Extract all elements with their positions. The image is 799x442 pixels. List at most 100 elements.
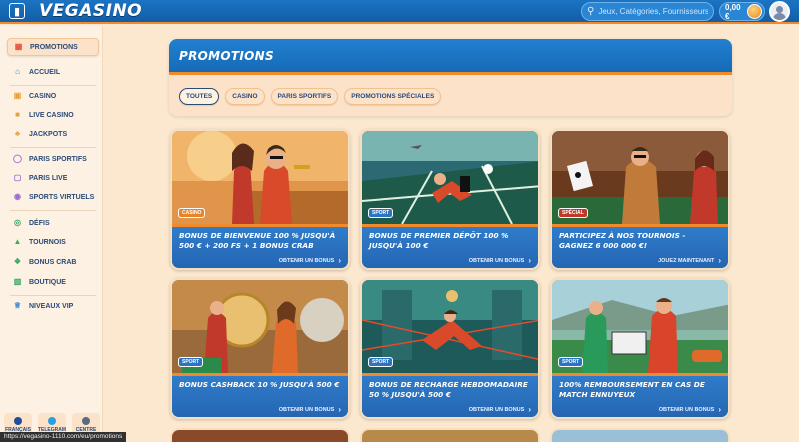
crab-icon: ❖ [13,257,22,266]
sidebar-item-tournois[interactable]: ▲ TOURNOIS [7,233,99,251]
sidebar-item-label: LIVE CASINO [29,111,74,119]
play-now-link[interactable]: JOUEZ MAINTENANT › [658,257,721,265]
promo-image: CASINO [172,131,348,224]
sidebar-item-label: CASINO [29,92,57,100]
sidebar-item-sports-virtuels[interactable]: ◉ SPORTS VIRTUELS [7,188,99,206]
balance-button[interactable]: 0,00 € [719,2,765,21]
chevron-right-icon: › [718,405,721,414]
balance-value: 0,00 € [725,2,741,21]
sidebar-item-paris-sportifs[interactable]: ◯ PARIS SPORTIFS [7,150,99,168]
promotions-banner: PROMOTIONS [169,39,732,75]
chevron-right-icon: › [718,256,721,265]
category-badge: SPORT [368,208,394,218]
promo-title: 100% REMBOURSEMENT EN CAS DE MATCH ENNUY… [559,380,705,399]
sidebar-toggle-icon[interactable]: ▮ [9,3,25,19]
get-bonus-link[interactable]: OBTENIR UN BONUS › [469,257,531,265]
promo-title: BONUS DE BIENVENUE 100 % JUSQU'À 500 € +… [179,231,336,250]
sidebar-item-label: TOURNOIS [29,238,66,246]
category-badge: SPORT [368,357,394,367]
sidebar-item-jackpots[interactable]: ♣ JACKPOTS [7,125,99,143]
get-bonus-link[interactable]: OBTENIR UN BONUS › [469,406,531,414]
promo-title: BONUS CASHBACK 10 % JUSQU'À 500 € [179,380,340,389]
page-title: PROMOTIONS [179,48,274,63]
sidebar-divider [10,210,96,211]
home-icon: ⌂ [15,67,20,76]
promo-card-cashback[interactable]: SPORT BONUS CASHBACK 10 % JUSQU'À 500 € … [170,278,350,419]
flag-icon [14,417,22,425]
promo-card-peek[interactable] [360,428,540,442]
sidebar-item-accueil[interactable]: ⌂ ACCUEIL [7,63,99,81]
promo-card-body: BONUS CASHBACK 10 % JUSQU'À 500 € OBTENI… [172,373,348,417]
sidebar-item-defis[interactable]: ◎ DÉFIS [7,214,99,232]
sidebar-item-label: JACKPOTS [29,130,68,138]
tab-toutes[interactable]: TOUTES [179,88,220,105]
cta-label: OBTENIR UN BONUS [468,407,525,413]
sidebar-item-niveaux-vip[interactable]: ♕ NIVEAUX VIP [7,297,99,315]
user-avatar-button[interactable] [769,1,790,22]
sidebar-item-paris-live[interactable]: ▢ PARIS LIVE [7,169,99,187]
promo-card-tournaments[interactable]: SPÉCIAL PARTICIPEZ À NOS TOURNOIS - GAGN… [550,129,730,270]
trophy-icon: ▲ [13,237,22,246]
category-badge: SPÉCIAL [558,208,588,218]
promo-card-body: 100% REMBOURSEMENT EN CAS DE MATCH ENNUY… [552,373,728,417]
sidebar-item-promotions[interactable]: ▦ PROMOTIONS [7,38,99,56]
get-bonus-link[interactable]: OBTENIR UN BONUS › [279,406,341,414]
promo-image: SPORT [362,280,538,373]
sidebar-item-live-casino[interactable]: ■ LIVE CASINO [7,106,99,124]
get-bonus-link[interactable]: OBTENIR UN BONUS › [659,406,721,414]
live-icon: ▢ [13,173,22,182]
sidebar-item-bonus-crab[interactable]: ❖ BONUS CRAB [7,253,99,271]
category-badge: SPORT [558,357,584,367]
promo-card-peek[interactable] [550,428,730,442]
sidebar-item-label: BOUTIQUE [29,278,66,286]
cta-label: OBTENIR UN BONUS [658,407,715,413]
chevron-right-icon: › [528,405,531,414]
sidebar-divider [10,85,96,86]
promo-card-welcome-bonus[interactable]: CASINO BONUS DE BIENVENUE 100 % JUSQU'À … [170,129,350,270]
sidebar: ▦ PROMOTIONS ⌂ ACCUEIL ▣ CASINO ■ LIVE C… [0,26,103,442]
target-icon: ◎ [14,218,21,227]
sidebar-item-label: PROMOTIONS [30,43,78,51]
promo-title: BONUS DE RECHARGE HEBDOMADAIRE 50 % JUSQ… [369,380,528,399]
promotions-header: PROMOTIONS TOUTES CASINO PARIS SPORTIFS … [169,39,732,116]
sidebar-item-boutique[interactable]: ▧ BOUTIQUE [7,273,99,291]
promo-card-first-deposit[interactable]: SPORT BONUS DE PREMIER DÉPÔT 100 % JUSQU… [360,129,540,270]
get-bonus-link[interactable]: OBTENIR UN BONUS › [279,257,341,265]
chevron-right-icon: › [338,256,341,265]
virtual-sport-icon: ◉ [14,192,21,201]
tab-promotions-speciales[interactable]: PROMOTIONS SPÉCIALES [344,88,442,105]
promo-card-boring-match-refund[interactable]: SPORT 100% REMBOURSEMENT EN CAS DE MATCH… [550,278,730,419]
search-input[interactable] [598,7,709,16]
promo-image: SPÉCIAL [552,131,728,224]
promo-card-weekly-reload[interactable]: SPORT BONUS DE RECHARGE HEBDOMADAIRE 50 … [360,278,540,419]
promo-card-body: PARTICIPEZ À NOS TOURNOIS - GAGNEZ 6 000… [552,224,728,268]
cta-label: OBTENIR UN BONUS [278,258,335,264]
live-dealer-icon: ■ [15,110,20,119]
tab-paris-sportifs[interactable]: PARIS SPORTIFS [270,88,339,105]
promo-title: BONUS DE PREMIER DÉPÔT 100 % JUSQU'À 100… [369,231,509,250]
sidebar-item-label: PARIS SPORTIFS [29,155,87,163]
promotion-filter-tabs: TOUTES CASINO PARIS SPORTIFS PROMOTIONS … [179,88,442,105]
browser-status-url: https://vegasino-1110.com/eu/promotions [0,432,127,442]
user-icon [773,13,786,20]
sidebar-item-label: SPORTS VIRTUELS [29,193,95,201]
sidebar-divider [10,147,96,148]
sidebar-item-casino[interactable]: ▣ CASINO [7,87,99,105]
chevron-right-icon: › [528,256,531,265]
cta-label: OBTENIR UN BONUS [278,407,335,413]
promo-image: SPORT [552,280,728,373]
gift-icon: ▦ [14,42,23,51]
promo-card-peek[interactable] [170,428,350,442]
promo-image: SPORT [172,280,348,373]
tab-casino[interactable]: CASINO [225,88,265,105]
category-badge: CASINO [178,208,206,218]
help-icon [82,417,90,425]
crown-icon: ♕ [13,301,22,310]
cards-icon: ▣ [13,91,22,100]
top-bar: ▮ VEGASINO ⚲ 0,00 € [0,0,799,24]
cta-label: JOUEZ MAINTENANT [658,258,715,264]
coin-icon [747,4,762,19]
promo-card-body: BONUS DE PREMIER DÉPÔT 100 % JUSQU'À 100… [362,224,538,268]
site-logo[interactable]: VEGASINO [39,1,142,21]
search-box[interactable]: ⚲ [581,2,714,21]
